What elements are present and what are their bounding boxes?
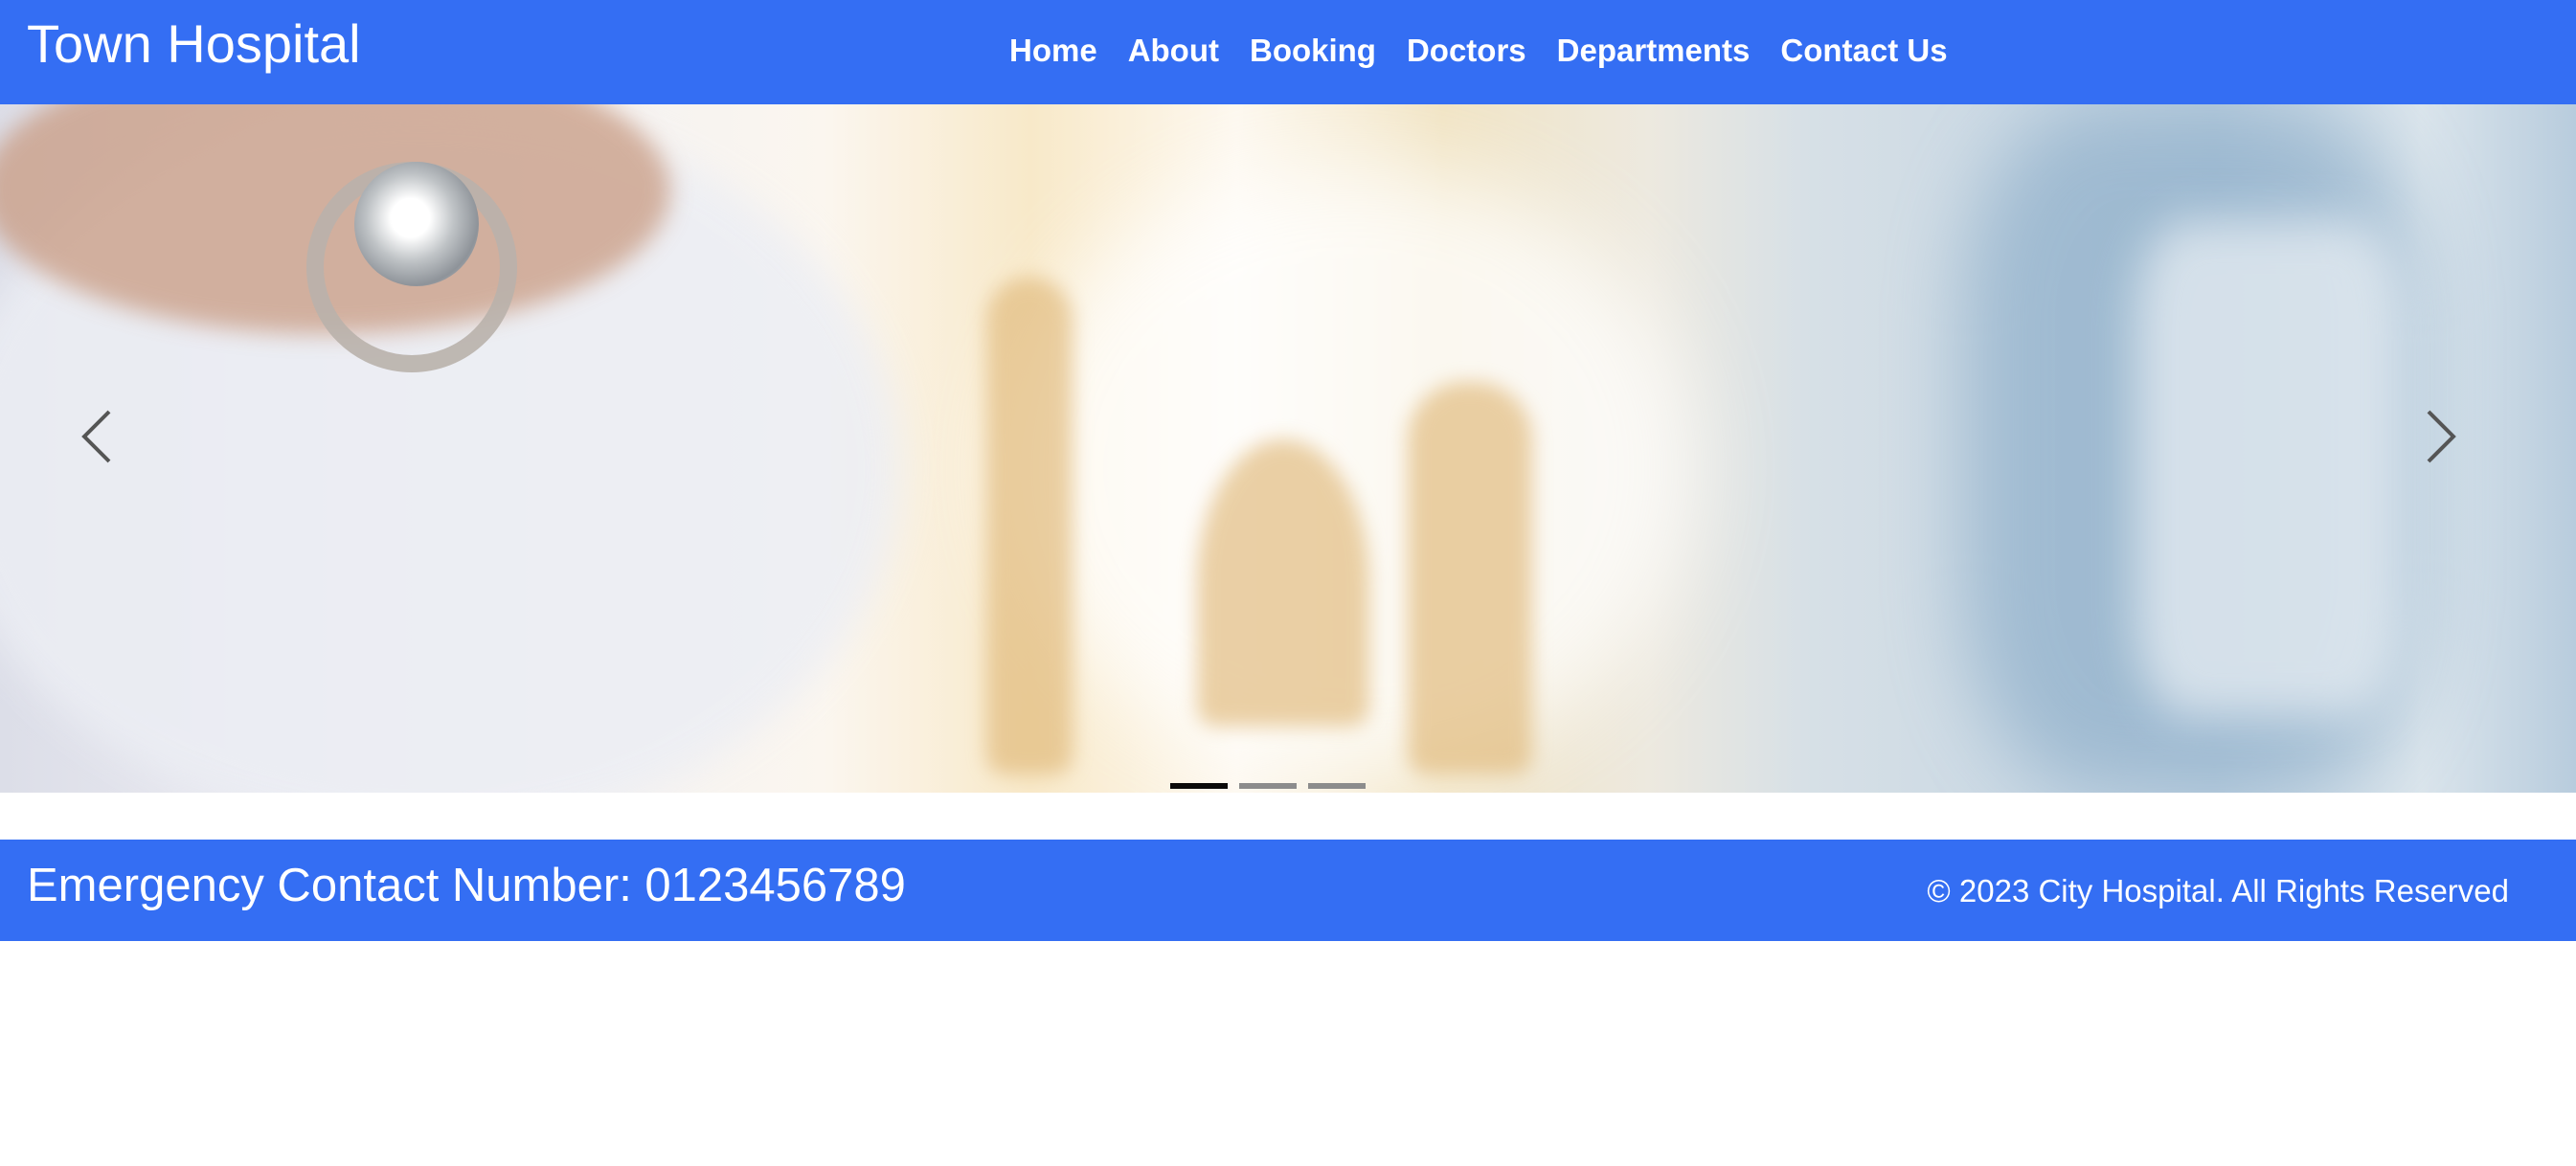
nav-about-link[interactable]: About	[1128, 33, 1219, 69]
carousel-prev-button[interactable]	[69, 408, 126, 465]
hero-photo-blue-highlight	[2135, 219, 2404, 717]
site-header: Town Hospital Home About Booking Doctors…	[0, 0, 2576, 104]
main-nav: Home About Booking Doctors Departments C…	[1009, 27, 1948, 75]
hero-photo-stethoscope-head	[354, 162, 479, 286]
hero-photo-silhouette	[1408, 382, 1532, 774]
copyright-text: © 2023 City Hospital. All Rights Reserve…	[1927, 873, 2509, 908]
emergency-contact-text: Emergency Contact Number: 0123456789	[27, 860, 906, 911]
nav-booking-link[interactable]: Booking	[1250, 33, 1376, 69]
nav-doctors-link[interactable]: Doctors	[1407, 33, 1526, 69]
nav-contact-link[interactable]: Contact Us	[1780, 33, 1947, 69]
hero-photo-silhouette	[1197, 439, 1369, 727]
carousel-indicator-3[interactable]	[1308, 783, 1366, 789]
chevron-right-icon	[2427, 410, 2456, 463]
carousel-indicator-1[interactable]	[1170, 783, 1228, 789]
site-brand[interactable]: Town Hospital	[27, 10, 361, 78]
carousel-indicator-2[interactable]	[1239, 783, 1297, 789]
hero-carousel	[0, 104, 2576, 793]
carousel-next-button[interactable]	[2411, 408, 2469, 465]
chevron-left-icon	[81, 410, 111, 463]
site-footer: Emergency Contact Number: 0123456789 © 2…	[0, 840, 2576, 941]
nav-departments-link[interactable]: Departments	[1557, 33, 1751, 69]
nav-home-link[interactable]: Home	[1009, 33, 1097, 69]
carousel-indicators	[1170, 783, 1366, 789]
hero-photo-silhouette	[986, 277, 1073, 774]
